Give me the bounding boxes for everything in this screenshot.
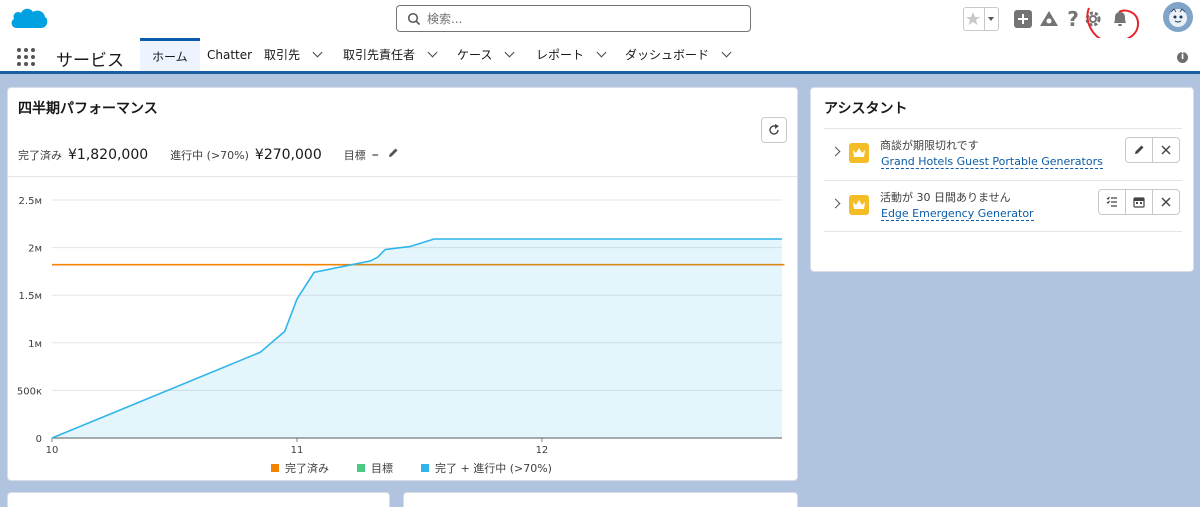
chevron-down-icon[interactable] (427, 47, 438, 58)
global-search-input[interactable]: 検索... (396, 5, 751, 32)
assistant-item-link[interactable]: Grand Hotels Guest Portable Generators (881, 155, 1103, 169)
pencil-icon (1135, 145, 1144, 154)
new-event-button[interactable] (1125, 189, 1153, 215)
series-area-fill (52, 239, 782, 438)
app-navigation-bar: サービス ホーム Chatter 取引先 取引先責任者 ケース レポート ダッシ… (0, 38, 1200, 74)
chevron-down-icon[interactable] (596, 47, 607, 58)
legend-item-goal[interactable]: 目標 (357, 460, 393, 476)
close-icon (1161, 145, 1171, 155)
tab-label: ダッシュボード (625, 48, 710, 62)
opportunity-crown-icon (849, 195, 869, 215)
legend-swatch (357, 464, 365, 472)
y-tick-label: 1.5м (19, 291, 42, 302)
legend-swatch (421, 464, 429, 472)
dismiss-button[interactable] (1152, 137, 1180, 163)
dismiss-button[interactable] (1152, 189, 1180, 215)
user-avatar[interactable] (1163, 2, 1193, 32)
y-tick-label: 2м (28, 244, 42, 255)
tab-reports[interactable]: レポート (536, 38, 607, 71)
y-tick-label: 1м (28, 339, 42, 350)
favorites-star-icon[interactable] (963, 7, 999, 31)
close-icon (1161, 197, 1171, 207)
legend-label: 完了 + 進行中 (>70%) (435, 462, 552, 475)
edit-button[interactable] (1125, 137, 1153, 163)
tab-label: 取引先 (264, 48, 301, 62)
assistant-card: アシスタント 商談が期限切れです Grand Hotels Guest Port… (810, 87, 1194, 272)
app-launcher-icon[interactable] (17, 48, 37, 68)
legend-swatch (271, 464, 279, 472)
info-icon[interactable]: i (1177, 52, 1188, 63)
tab-chatter[interactable]: Chatter (207, 38, 252, 71)
y-tick-label: 2.5м (19, 196, 42, 207)
assistant-item-link[interactable]: Edge Emergency Generator (881, 207, 1034, 221)
today-events-card (403, 492, 798, 507)
y-tick-label: 0 (36, 434, 42, 445)
chart-legend: 完了済み 目標 完了 + 進行中 (>70%) (271, 460, 580, 476)
x-tick-label: 12 (536, 445, 549, 456)
search-placeholder: 検索... (427, 12, 463, 26)
calendar-icon (1133, 197, 1145, 208)
legend-item-closed-plus-open[interactable]: 完了 + 進行中 (>70%) (421, 460, 552, 476)
upcoming-activities-card (7, 492, 390, 507)
legend-item-closed[interactable]: 完了済み (271, 460, 329, 476)
chevron-right-icon[interactable] (830, 146, 841, 157)
assistant-item: 商談が期限切れです Grand Hotels Guest Portable Ge… (824, 128, 1182, 180)
tab-accounts[interactable]: 取引先 (264, 38, 323, 71)
card-title: アシスタント (824, 101, 908, 117)
chevron-down-icon[interactable] (312, 47, 323, 58)
tab-label: ホーム (152, 49, 188, 64)
chevron-right-icon[interactable] (830, 198, 841, 209)
chevron-down-icon[interactable] (504, 47, 515, 58)
legend-label: 目標 (371, 462, 393, 475)
app-name: サービス (56, 51, 124, 71)
tab-label: 取引先責任者 (343, 48, 416, 62)
performance-chart: 0 500к 1м 1.5м 2м 2.5м 10 11 12 (17, 196, 785, 456)
quarterly-performance-card: 四半期パフォーマンス 完了済み ¥1,820,000 進行中 (>70%) ¥2… (7, 87, 798, 481)
task-list-icon (1106, 196, 1117, 207)
global-actions-plus-icon[interactable] (1010, 6, 1036, 32)
new-task-button[interactable] (1098, 189, 1126, 215)
tab-label: レポート (536, 48, 585, 62)
assistant-item-title: 商談が期限切れです (880, 139, 979, 152)
tab-contacts[interactable]: 取引先責任者 (343, 38, 438, 71)
tab-label: ケース (457, 48, 493, 62)
legend-label: 完了済み (285, 462, 329, 475)
assistant-item-title: 活動が 30 日間ありません (880, 191, 1011, 204)
tab-label: Chatter (207, 47, 253, 62)
y-tick-label: 500к (17, 386, 42, 397)
search-icon (407, 12, 421, 25)
salesforce-logo-icon[interactable] (9, 4, 49, 32)
chevron-down-icon[interactable] (721, 47, 732, 58)
x-tick-label: 10 (46, 445, 59, 456)
tab-home[interactable]: ホーム (140, 38, 200, 71)
global-header: 検索... ? (0, 0, 1200, 44)
x-tick-label: 11 (291, 445, 304, 456)
tab-dashboards[interactable]: ダッシュボード (625, 38, 732, 71)
tab-cases[interactable]: ケース (457, 38, 515, 71)
trailhead-icon[interactable] (1036, 6, 1062, 32)
opportunity-crown-icon (849, 143, 869, 163)
assistant-item: 活動が 30 日間ありません Edge Emergency Generator (824, 180, 1182, 232)
